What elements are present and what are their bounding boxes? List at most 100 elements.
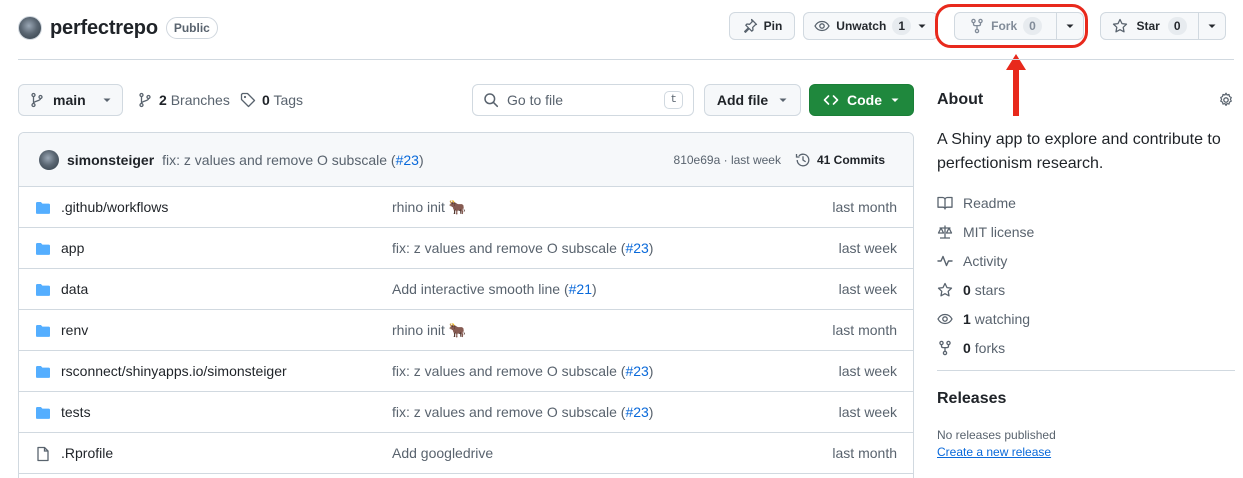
- about-link-activity[interactable]: Activity: [937, 246, 1235, 275]
- gear-icon[interactable]: [1218, 92, 1234, 108]
- code-button[interactable]: Code: [809, 84, 914, 116]
- file-commit-message[interactable]: fix: z values and remove O subscale (#23…: [392, 240, 653, 256]
- fork-count: 0: [1023, 17, 1042, 35]
- star-count: 0: [1167, 17, 1187, 35]
- star-icon: [937, 282, 953, 298]
- law-icon: [937, 224, 953, 240]
- branch-name: main: [53, 92, 86, 108]
- commit-pr-link[interactable]: #21: [569, 281, 592, 297]
- add-file-button[interactable]: Add file: [704, 84, 801, 116]
- about-link-watching[interactable]: 1 watching: [937, 304, 1235, 333]
- chevron-down-icon: [778, 95, 788, 105]
- about-link-label: MIT license: [963, 223, 1035, 240]
- file-commit-date: last month: [832, 322, 897, 338]
- repo-name[interactable]: perfectrepo: [50, 17, 158, 40]
- about-link-readme[interactable]: Readme: [937, 188, 1235, 217]
- branch-select-button[interactable]: main: [18, 84, 123, 116]
- file-row[interactable]: app fix: z values and remove O subscale (…: [19, 228, 913, 269]
- commit-pr-link[interactable]: #23: [396, 152, 419, 168]
- about-link-label: watching: [974, 310, 1031, 327]
- file-commit-message[interactable]: rhino init 🐂: [392, 199, 466, 216]
- file-row[interactable]: rsconnect/shinyapps.io/simonsteiger fix: …: [19, 351, 913, 392]
- file-row[interactable]: data Add interactive smooth line (#21) las…: [19, 269, 913, 310]
- commit-message[interactable]: fix: z values and remove O subscale (#23…: [162, 152, 423, 168]
- file-commit-message[interactable]: Add googledrive: [392, 445, 493, 461]
- tags-label: Tags: [273, 92, 304, 108]
- search-icon: [483, 92, 499, 108]
- fork-dropdown-button[interactable]: [1057, 12, 1084, 40]
- file-list: simonsteiger fix: z values and remove O …: [18, 132, 914, 478]
- branches-link[interactable]: 2 Branches: [137, 84, 230, 116]
- unwatch-button[interactable]: Unwatch 1: [803, 12, 938, 40]
- pulse-icon: [937, 253, 953, 269]
- about-link-mit-license[interactable]: MIT license: [937, 217, 1235, 246]
- file-commit-date: last month: [832, 199, 897, 215]
- star-button[interactable]: Star 0: [1100, 12, 1199, 40]
- about-link-count: 0: [963, 281, 971, 298]
- commit-sha-time[interactable]: 810e69a · last week: [674, 153, 781, 167]
- file-name[interactable]: tests: [61, 404, 91, 420]
- file-commit-message[interactable]: rhino init 🐂: [392, 322, 466, 339]
- about-link-forks[interactable]: 0 forks: [937, 333, 1235, 362]
- code-label: Code: [847, 92, 882, 108]
- file-name[interactable]: .github/workflows: [61, 199, 168, 215]
- commit-pr-link[interactable]: #23: [625, 404, 648, 420]
- about-link-label: Readme: [963, 194, 1016, 211]
- fork-button[interactable]: Fork 0: [954, 12, 1057, 40]
- watch-group: Unwatch 1: [803, 12, 938, 40]
- about-description: A Shiny app to explore and contribute to…: [937, 131, 1221, 172]
- commit-author[interactable]: simonsteiger: [67, 152, 154, 168]
- file-commit-message[interactable]: fix: z values and remove O subscale (#23…: [392, 404, 653, 420]
- fork-label: Fork: [991, 19, 1018, 33]
- file-row[interactable]: .github/workflows rhino init 🐂 last month: [19, 187, 913, 228]
- commit-author-avatar[interactable]: [39, 149, 59, 170]
- no-releases-text: No releases published: [937, 428, 1056, 442]
- tags-count: 0: [262, 92, 270, 108]
- owner-avatar[interactable]: [18, 16, 42, 40]
- releases-heading[interactable]: Releases: [937, 390, 1235, 408]
- chevron-down-icon: [1207, 21, 1217, 31]
- file-row[interactable]: renv rhino init 🐂 last month: [19, 310, 913, 351]
- file-commit-message[interactable]: Add interactive smooth line (#21): [392, 281, 597, 297]
- about-link-stars[interactable]: 0 stars: [937, 275, 1235, 304]
- commits-count: 41 Commits: [816, 153, 885, 167]
- file-name[interactable]: .Rprofile: [61, 445, 113, 461]
- search-placeholder: Go to file: [507, 92, 564, 108]
- add-file-label: Add file: [716, 92, 769, 108]
- file-row[interactable]: tests fix: z values and remove O subscale…: [19, 392, 913, 433]
- about-link-label: stars: [974, 281, 1006, 298]
- about-heading: About: [937, 91, 984, 108]
- fork-icon: [937, 340, 953, 356]
- file-name[interactable]: data: [61, 281, 88, 297]
- star-dropdown-button[interactable]: [1199, 12, 1226, 40]
- about-links: Readme MIT license Activity 0 stars 1 watching…: [937, 188, 1235, 362]
- file-row[interactable]: .Rprofile Add googledrive last month: [19, 433, 913, 474]
- pin-button[interactable]: Pin: [728, 12, 796, 40]
- star-icon: [1112, 18, 1128, 34]
- file-name[interactable]: renv: [61, 322, 88, 338]
- folder-icon: [35, 364, 51, 380]
- create-release-link[interactable]: Create a new release: [937, 445, 1051, 459]
- commit-pr-link[interactable]: #23: [625, 363, 648, 379]
- file-commit-message[interactable]: fix: z values and remove O subscale (#23…: [392, 363, 653, 379]
- fork-icon: [969, 18, 985, 34]
- file-name[interactable]: app: [61, 240, 84, 256]
- watch-count: 1: [892, 17, 911, 35]
- file-name[interactable]: rsconnect/shinyapps.io/simonsteiger: [61, 363, 287, 379]
- commit-meta: 810e69a · last week 41 Commits: [674, 133, 885, 187]
- tags-link[interactable]: 0 Tags: [240, 84, 303, 116]
- history-icon: [795, 152, 811, 168]
- commit-pr-link[interactable]: #23: [625, 240, 648, 256]
- commit-time: last week: [730, 153, 781, 167]
- file-rows: .github/workflows rhino init 🐂 last month a…: [19, 187, 913, 474]
- file-commit-date: last month: [832, 445, 897, 461]
- commits-link[interactable]: 41 Commits: [795, 152, 885, 168]
- chevron-down-icon: [917, 21, 927, 31]
- folder-icon: [35, 241, 51, 257]
- go-to-file-input[interactable]: Go to file t: [472, 84, 694, 116]
- about-link-label: Activity: [963, 252, 1008, 269]
- code-icon: [823, 92, 839, 108]
- commit-sha[interactable]: 810e69a: [674, 153, 721, 167]
- file-commit-date: last week: [838, 363, 897, 379]
- about-sidebar: About A Shiny app to explore and contrib…: [937, 84, 1235, 459]
